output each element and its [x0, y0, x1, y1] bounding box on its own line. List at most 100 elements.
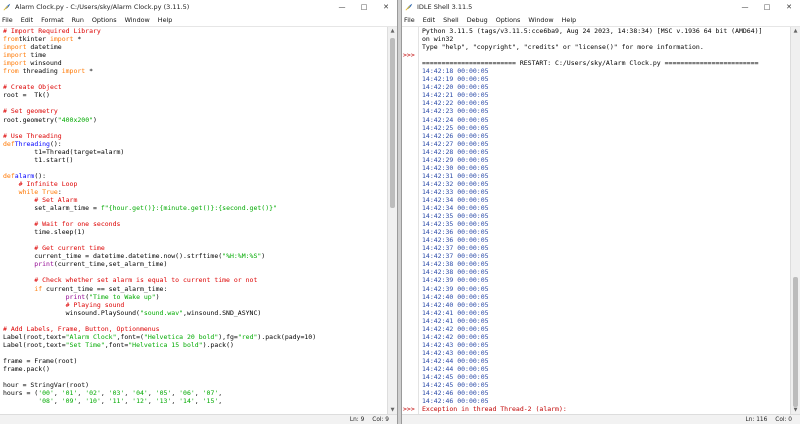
idle-feather-icon [405, 3, 413, 11]
code-line: Label(root,text="Set Time",font="Helveti… [3, 340, 234, 349]
shell-line: Python 3.11.5 (tags/v3.11.5:cce6ba9, Aug… [422, 27, 763, 35]
editor-title: Alarm Clock.py - C:/Users/sky/Alarm Cloc… [15, 3, 190, 11]
shell-line: 14:42:32 00:00:05 [422, 179, 489, 188]
menu-window[interactable]: Window [528, 16, 553, 24]
code-line: import winsound [3, 59, 62, 68]
shell-line: 14:42:25 00:00:05 [422, 123, 489, 132]
code-line: frame = Frame(root) [3, 356, 78, 365]
maximize-button[interactable]: □ [353, 0, 375, 14]
minimize-button[interactable]: — [331, 0, 353, 14]
code-line: from threading import * [3, 67, 94, 76]
code-line: frame.pack() [3, 364, 50, 373]
editor-titlebar[interactable]: Alarm Clock.py - C:/Users/sky/Alarm Cloc… [0, 0, 397, 14]
shell-line: 14:42:20 00:00:05 [422, 83, 489, 92]
shell-line: 14:42:22 00:00:05 [422, 99, 489, 108]
shell-line: Type "help", "copyright", "credits" or "… [422, 43, 704, 52]
code-line: import time [3, 51, 47, 60]
shell-line: 14:42:46 00:00:05 [422, 389, 489, 398]
prompt-marker: >>> [403, 405, 415, 414]
code-line: t1=Thread(target=alarm) [3, 147, 125, 156]
shell-line [422, 51, 790, 59]
shell-titlebar[interactable]: IDLE Shell 3.11.5 — □ ✕ [402, 0, 800, 14]
shell-line: 14:42:41 00:00:05 [422, 316, 489, 325]
menu-debug[interactable]: Debug [467, 16, 488, 24]
shell-line: 14:42:44 00:00:05 [422, 356, 489, 365]
code-text: # Import Required Library fromtkinter imp… [0, 27, 387, 405]
editor-window: Alarm Clock.py - C:/Users/sky/Alarm Cloc… [0, 0, 398, 424]
shell-line: 14:42:19 00:00:05 [422, 75, 489, 84]
editor-scrollbar[interactable]: ▲ ▼ [387, 27, 397, 415]
shell-line: 14:42:45 00:00:05 [422, 373, 489, 382]
code-line: '08', '09', '10', '11', '12', '13', '14'… [38, 397, 223, 406]
code-line: t1.start() [3, 155, 74, 164]
shell-line: 14:42:40 00:00:05 [422, 292, 489, 301]
shell-line: 14:42:30 00:00:05 [422, 163, 489, 172]
shell-output-area[interactable]: >>> >>> Python 3.11.5 (tags/v3.11.5:cce6… [402, 27, 790, 415]
shell-line: 14:42:36 00:00:05 [422, 228, 489, 237]
close-button[interactable]: ✕ [778, 0, 800, 14]
editor-scroll-thumb[interactable] [390, 38, 395, 208]
shell-line: 14:42:31 00:00:05 [422, 171, 489, 180]
shell-line: 14:42:27 00:00:05 [422, 139, 489, 148]
code-line: # Import Required Library [3, 27, 101, 35]
shell-line: 14:42:42 00:00:05 [422, 324, 489, 333]
scroll-up-icon[interactable]: ▲ [388, 27, 397, 36]
close-button[interactable]: ✕ [375, 0, 397, 14]
shell-line: 14:42:45 00:00:05 [422, 381, 489, 390]
line-number: Ln: 116 [745, 416, 768, 423]
code-line: print("Time to Wake up") [3, 292, 160, 301]
menu-file[interactable]: File [404, 16, 415, 24]
menu-options[interactable]: Options [92, 16, 117, 24]
column-number: Col: 9 [372, 416, 389, 423]
editor-menubar: File Edit Format Run Options Window Help [0, 14, 397, 27]
menu-window[interactable]: Window [125, 16, 150, 24]
code-line: # Set Alarm [3, 195, 78, 204]
code-editor-area[interactable]: # Import Required Library fromtkinter imp… [0, 27, 387, 415]
menu-format[interactable]: Format [41, 16, 64, 24]
menu-run[interactable]: Run [72, 16, 84, 24]
idle-feather-icon [3, 3, 11, 11]
menu-help[interactable]: Help [562, 16, 577, 24]
menu-shell[interactable]: Shell [443, 16, 459, 24]
shell-line: 14:42:38 00:00:05 [422, 260, 489, 269]
code-line: hour = StringVar(root) [3, 381, 90, 390]
code-line: while True: [3, 187, 62, 196]
shell-line: 14:42:23 00:00:05 [422, 107, 489, 116]
menu-help[interactable]: Help [158, 16, 173, 24]
code-line: # Add Labels, Frame, Button, Optionmenus [3, 324, 160, 333]
shell-line: 14:42:41 00:00:05 [422, 308, 489, 317]
shell-line: on win32 [422, 35, 454, 44]
shell-statusbar: Ln: 116 Col: 0 [402, 414, 800, 424]
shell-line: 14:42:18 00:00:05 [422, 67, 489, 76]
shell-line: 14:42:37 00:00:05 [422, 252, 489, 261]
code-line: # Use Threading [3, 131, 62, 140]
shell-line: 14:42:28 00:00:05 [422, 147, 489, 156]
menu-file[interactable]: File [2, 16, 13, 24]
code-line: print(current_time,set_alarm_time) [3, 260, 168, 269]
code-line: # Create Object [3, 83, 62, 92]
scroll-up-icon[interactable]: ▲ [791, 27, 800, 36]
shell-scroll-thumb[interactable] [793, 277, 798, 407]
shell-line: 14:42:21 00:00:05 [422, 91, 489, 100]
code-line: # Infinite Loop [3, 179, 78, 188]
shell-line: ======================== RESTART: C:/Use… [422, 59, 759, 68]
minimize-button[interactable]: — [734, 0, 756, 14]
maximize-button[interactable]: □ [756, 0, 778, 14]
shell-scrollbar[interactable]: ▲ ▼ [790, 27, 800, 415]
code-line: time.sleep(1) [3, 228, 86, 237]
menu-edit[interactable]: Edit [423, 16, 435, 24]
code-line: defalarm(): [3, 171, 47, 180]
shell-line: 14:42:43 00:00:05 [422, 348, 489, 357]
menu-edit[interactable]: Edit [21, 16, 33, 24]
shell-line: 14:42:29 00:00:05 [422, 155, 489, 164]
code-line: fromtkinter import * [3, 35, 82, 44]
code-line: # Check whether set alarm is equal to cu… [3, 276, 258, 285]
menu-options[interactable]: Options [496, 16, 521, 24]
